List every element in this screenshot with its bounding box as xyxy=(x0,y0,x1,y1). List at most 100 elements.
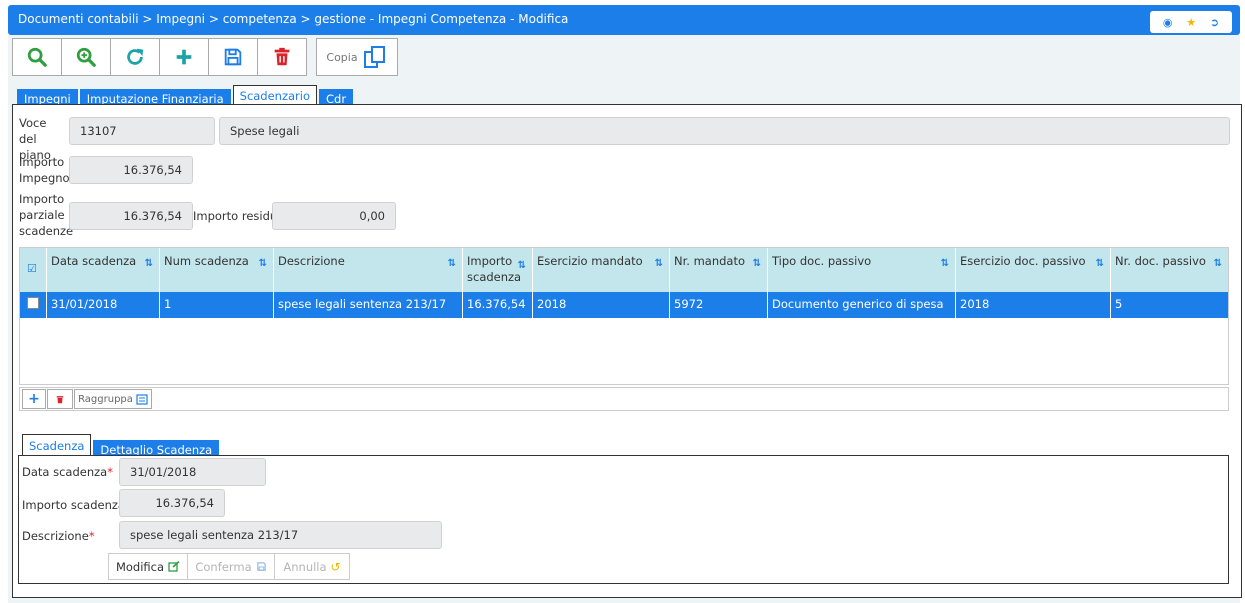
descrizione-field[interactable]: spese legali sentenza 213/17 xyxy=(119,521,442,549)
col-num-scadenza[interactable]: Num scadenza ⇅ xyxy=(160,248,274,292)
sort-icon[interactable]: ⇅ xyxy=(1096,258,1104,269)
sort-icon[interactable]: ⇅ xyxy=(941,258,949,269)
data-scadenza-label: Data scadenza* xyxy=(22,464,113,480)
detail-actions: Modifica Conferma Annulla ↺ xyxy=(108,553,350,580)
voce-desc-field: Spese legali xyxy=(219,117,1230,145)
search-button[interactable] xyxy=(12,38,62,76)
col-data-scadenza-label: Data scadenza xyxy=(51,254,137,268)
modifica-button[interactable]: Modifica xyxy=(108,553,188,580)
tab-cdr[interactable]: Cdr xyxy=(319,89,354,105)
title-bar: Documenti contabili > Impegni > competen… xyxy=(8,5,1240,35)
save-icon xyxy=(256,562,266,571)
col-descrizione[interactable]: Descrizione ⇅ xyxy=(274,248,463,292)
search-icon xyxy=(27,47,47,67)
col-importo-scadenza-label: Importo scadenza xyxy=(467,254,522,284)
scadenze-grid: ☑ Data scadenza ⇅ Num scadenza ⇅ Descrizio… xyxy=(19,247,1229,385)
importo-scadenza-label-text: Importo scadenza xyxy=(22,498,125,512)
star-icon[interactable]: ★ xyxy=(1186,17,1196,28)
col-tipo-doc-passivo[interactable]: Tipo doc. passivo ⇅ xyxy=(768,248,956,292)
header-icons: ◉ ★ ➲ xyxy=(1150,11,1232,33)
cell-nr-mandato: 5972 xyxy=(670,292,768,318)
tab-impegni[interactable]: Impegni xyxy=(17,89,78,105)
col-data-scadenza[interactable]: Data scadenza ⇅ xyxy=(47,248,160,292)
importo-parziale-label: Importo parziale scadenze xyxy=(19,192,74,238)
modifica-label: Modifica xyxy=(115,559,165,574)
col-esercizio-doc-passivo-label: Esercizio doc. passivo xyxy=(960,254,1086,268)
conferma-button[interactable]: Conferma xyxy=(187,553,275,580)
row-checkbox-cell xyxy=(20,292,47,318)
tab-scadenzario[interactable]: Scadenzario xyxy=(232,85,318,106)
cell-importo-scadenza: 16.376,54 xyxy=(463,292,533,318)
col-esercizio-mandato-label: Esercizio mandato xyxy=(537,254,643,268)
sort-icon[interactable]: ⇅ xyxy=(145,258,153,269)
add-button[interactable] xyxy=(159,38,209,76)
table-row[interactable]: 31/01/2018 1 spese legali sentenza 213/1… xyxy=(20,292,1228,318)
cell-tipo-doc-passivo: Documento generico di spesa xyxy=(768,292,956,318)
importo-residuo-label: Importo residuo xyxy=(193,209,285,223)
required-mark: * xyxy=(88,529,95,543)
raggruppa-button[interactable]: Raggruppa xyxy=(74,389,152,409)
sort-icon[interactable]: ⇅ xyxy=(518,258,526,274)
col-nr-doc-passivo-label: Nr. doc. passivo xyxy=(1115,254,1206,268)
raggruppa-label: Raggruppa xyxy=(78,393,133,405)
sort-icon[interactable]: ⇅ xyxy=(655,258,663,269)
cell-esercizio-mandato: 2018 xyxy=(533,292,670,318)
select-all-checkbox[interactable]: ☑ xyxy=(27,262,37,275)
voce-code-field: 13107 xyxy=(69,117,215,145)
delete-button[interactable] xyxy=(257,38,307,76)
col-nr-doc-passivo[interactable]: Nr. doc. passivo ⇅ xyxy=(1111,248,1228,292)
edit-icon xyxy=(168,561,180,572)
add-icon: + xyxy=(28,391,40,407)
main-toolbar xyxy=(12,38,307,76)
info-icon[interactable]: ◉ xyxy=(1163,17,1173,28)
logout-icon[interactable]: ➲ xyxy=(1210,17,1219,28)
col-nr-mandato[interactable]: Nr. mandato ⇅ xyxy=(670,248,768,292)
importo-parziale-field: 16.376,54 xyxy=(69,202,193,230)
save-button[interactable] xyxy=(208,38,258,76)
importo-scadenza-label: Importo scadenza* xyxy=(22,497,131,513)
save-icon xyxy=(224,48,242,66)
detail-tabs: Scadenza Dettaglio Scadenza xyxy=(22,432,221,457)
tab-imputazione-finanziaria[interactable]: Imputazione Finanziaria xyxy=(79,89,231,105)
sort-icon[interactable]: ⇅ xyxy=(448,258,456,269)
grid-header: ☑ Data scadenza ⇅ Num scadenza ⇅ Descrizio… xyxy=(20,248,1228,292)
importo-impegno-field: 16.376,54 xyxy=(69,156,193,184)
col-esercizio-mandato[interactable]: Esercizio mandato ⇅ xyxy=(533,248,670,292)
grid-toolbar: + Raggruppa xyxy=(19,387,1229,411)
sort-icon[interactable]: ⇅ xyxy=(259,258,267,269)
undo-icon: ↺ xyxy=(330,559,341,574)
select-all-cell: ☑ xyxy=(20,248,47,292)
cell-data-scadenza: 31/01/2018 xyxy=(47,292,160,318)
tab-scadenza[interactable]: Scadenza xyxy=(22,434,92,457)
refresh-icon xyxy=(127,48,144,65)
annulla-label: Annulla xyxy=(283,559,327,574)
data-scadenza-field[interactable]: 31/01/2018 xyxy=(119,458,266,486)
cell-descrizione: spese legali sentenza 213/17 xyxy=(274,292,463,318)
tab-dettaglio-scadenza[interactable]: Dettaglio Scadenza xyxy=(93,440,220,456)
zoom-in-icon xyxy=(76,47,96,67)
zoom-in-button[interactable] xyxy=(61,38,111,76)
add-icon xyxy=(176,49,192,65)
copia-button[interactable]: Copia xyxy=(316,38,398,76)
refresh-button[interactable] xyxy=(110,38,160,76)
importo-scadenza-field[interactable]: 16.376,54 xyxy=(119,489,225,517)
importo-residuo-field: 0,00 xyxy=(272,202,396,230)
grid-delete-button[interactable] xyxy=(47,389,73,409)
row-checkbox[interactable] xyxy=(27,297,39,309)
col-importo-scadenza[interactable]: Importo scadenza ⇅ xyxy=(463,248,533,292)
descrizione-label-text: Descrizione xyxy=(22,529,89,543)
group-icon xyxy=(136,393,148,405)
copia-label: Copia xyxy=(326,50,358,64)
col-num-scadenza-label: Num scadenza xyxy=(164,254,249,268)
sort-icon[interactable]: ⇅ xyxy=(1214,258,1222,269)
required-mark: * xyxy=(107,465,113,479)
col-nr-mandato-label: Nr. mandato xyxy=(674,254,746,268)
grid-add-button[interactable]: + xyxy=(22,389,46,409)
page-title: Documenti contabili > Impegni > competen… xyxy=(18,12,569,26)
data-scadenza-label-text: Data scadenza xyxy=(22,465,108,479)
annulla-button[interactable]: Annulla ↺ xyxy=(274,553,350,580)
sort-icon[interactable]: ⇅ xyxy=(753,258,761,269)
cell-nr-doc-passivo: 5 xyxy=(1115,297,1123,311)
col-esercizio-doc-passivo[interactable]: Esercizio doc. passivo ⇅ xyxy=(956,248,1111,292)
importo-impegno-label: Importo Impegno xyxy=(19,155,70,185)
